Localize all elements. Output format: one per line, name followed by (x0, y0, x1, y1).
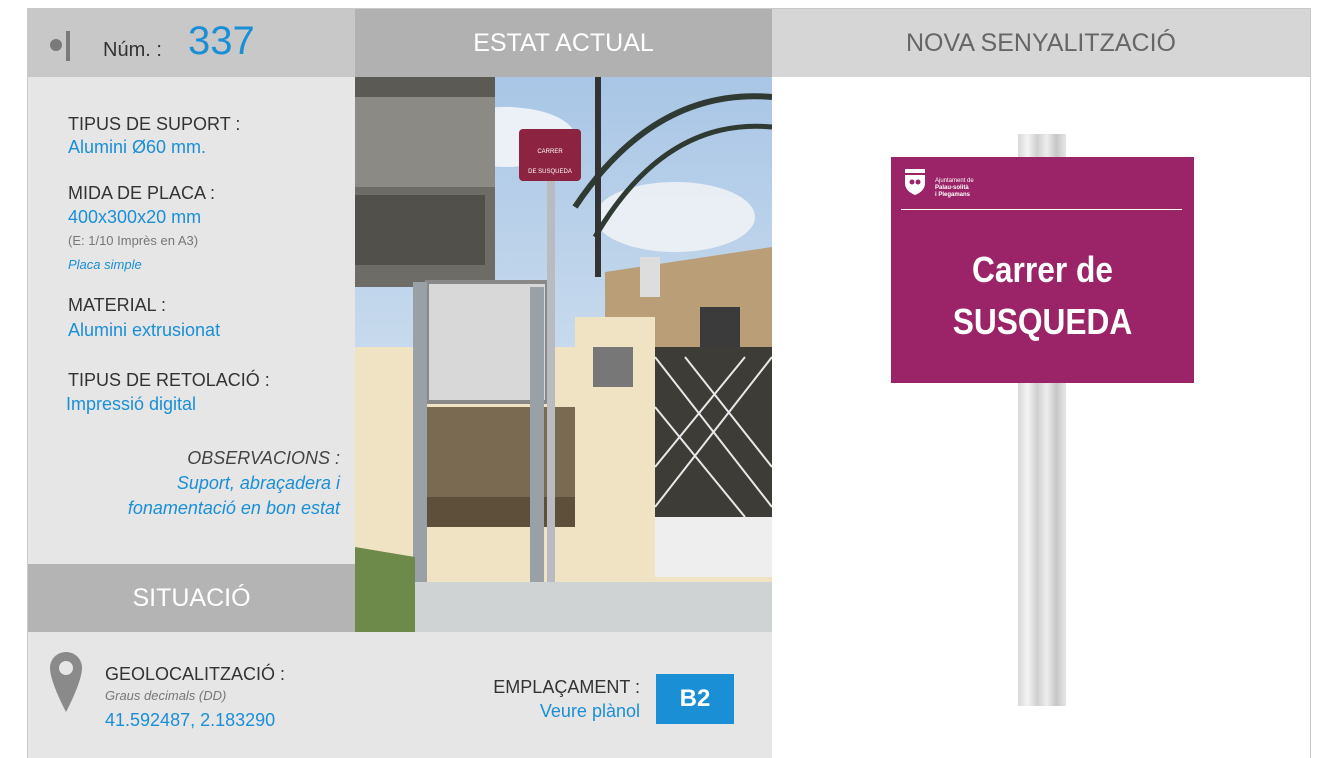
observacions-label: OBSERVACIONS : (187, 448, 340, 468)
logo-line1: Ajuntament de (935, 178, 974, 184)
current-state-photo: CARRER DE SUSQUEDA (355, 77, 772, 632)
sign-line2: SUSQUEDA (952, 301, 1133, 342)
emplacament-label: EMPLAÇAMENT : (493, 677, 640, 697)
mida-scale: (E: 1/10 Imprès en A3) (68, 233, 199, 248)
mida-type: Placa simple (68, 257, 142, 272)
sign-divider (901, 209, 1182, 210)
logo-line3: i Plegamans (935, 192, 971, 198)
number-label: Núm. : (103, 39, 162, 61)
suport-value: Alumini Ø60 mm. (68, 137, 207, 157)
number-header: Núm. : 337 (28, 9, 355, 77)
geolocalitzacio-label: GEOLOCALITZACIÓ : (105, 664, 286, 684)
observacions-line1: Suport, abraçadera i (176, 473, 340, 493)
situacio-header: SITUACIÓ (28, 564, 355, 632)
situacio-title: SITUACIÓ (132, 584, 251, 612)
geo-format: Graus decimals (DD) (105, 688, 227, 703)
retolacio-label: TIPUS DE RETOLACIÓ : (68, 370, 270, 390)
nova-senyalitzacio-header: NOVA SENYALITZACIÓ (772, 9, 1310, 77)
nova-senyalitzacio-title: NOVA SENYALITZACIÓ (906, 29, 1176, 57)
map-pin-icon (50, 652, 82, 718)
veure-planol-link[interactable]: Veure plànol (430, 701, 640, 722)
toggle-icon (48, 31, 70, 61)
mida-value: 400x300x20 mm (68, 207, 202, 227)
photo-sign-line1: CARRER (537, 149, 563, 155)
municipal-shield-icon (903, 169, 927, 199)
number-value: 337 (188, 19, 255, 63)
material-value: Alumini extrusionat (68, 320, 221, 340)
emplacament-code-badge: B2 (656, 674, 734, 724)
estat-actual-title: ESTAT ACTUAL (473, 29, 654, 57)
mida-label: MIDA DE PLACA : (68, 183, 216, 203)
retolacio-value: Impressió digital (66, 394, 197, 414)
new-sign-plate: Ajuntament de Palau-solità i Plegamans C… (891, 157, 1194, 383)
material-label: MATERIAL : (68, 295, 167, 315)
geo-coordinates: 41.592487, 2.183290 (105, 710, 276, 730)
photo-sign-line2: DE SUSQUEDA (528, 169, 572, 175)
observacions-line2: fonamentació en bon estat (127, 498, 340, 518)
estat-actual-header: ESTAT ACTUAL (355, 9, 772, 77)
logo-line2: Palau-solità (935, 185, 969, 191)
sign-line1: Carrer de (972, 249, 1113, 290)
suport-label: TIPUS DE SUPORT : (68, 114, 241, 134)
